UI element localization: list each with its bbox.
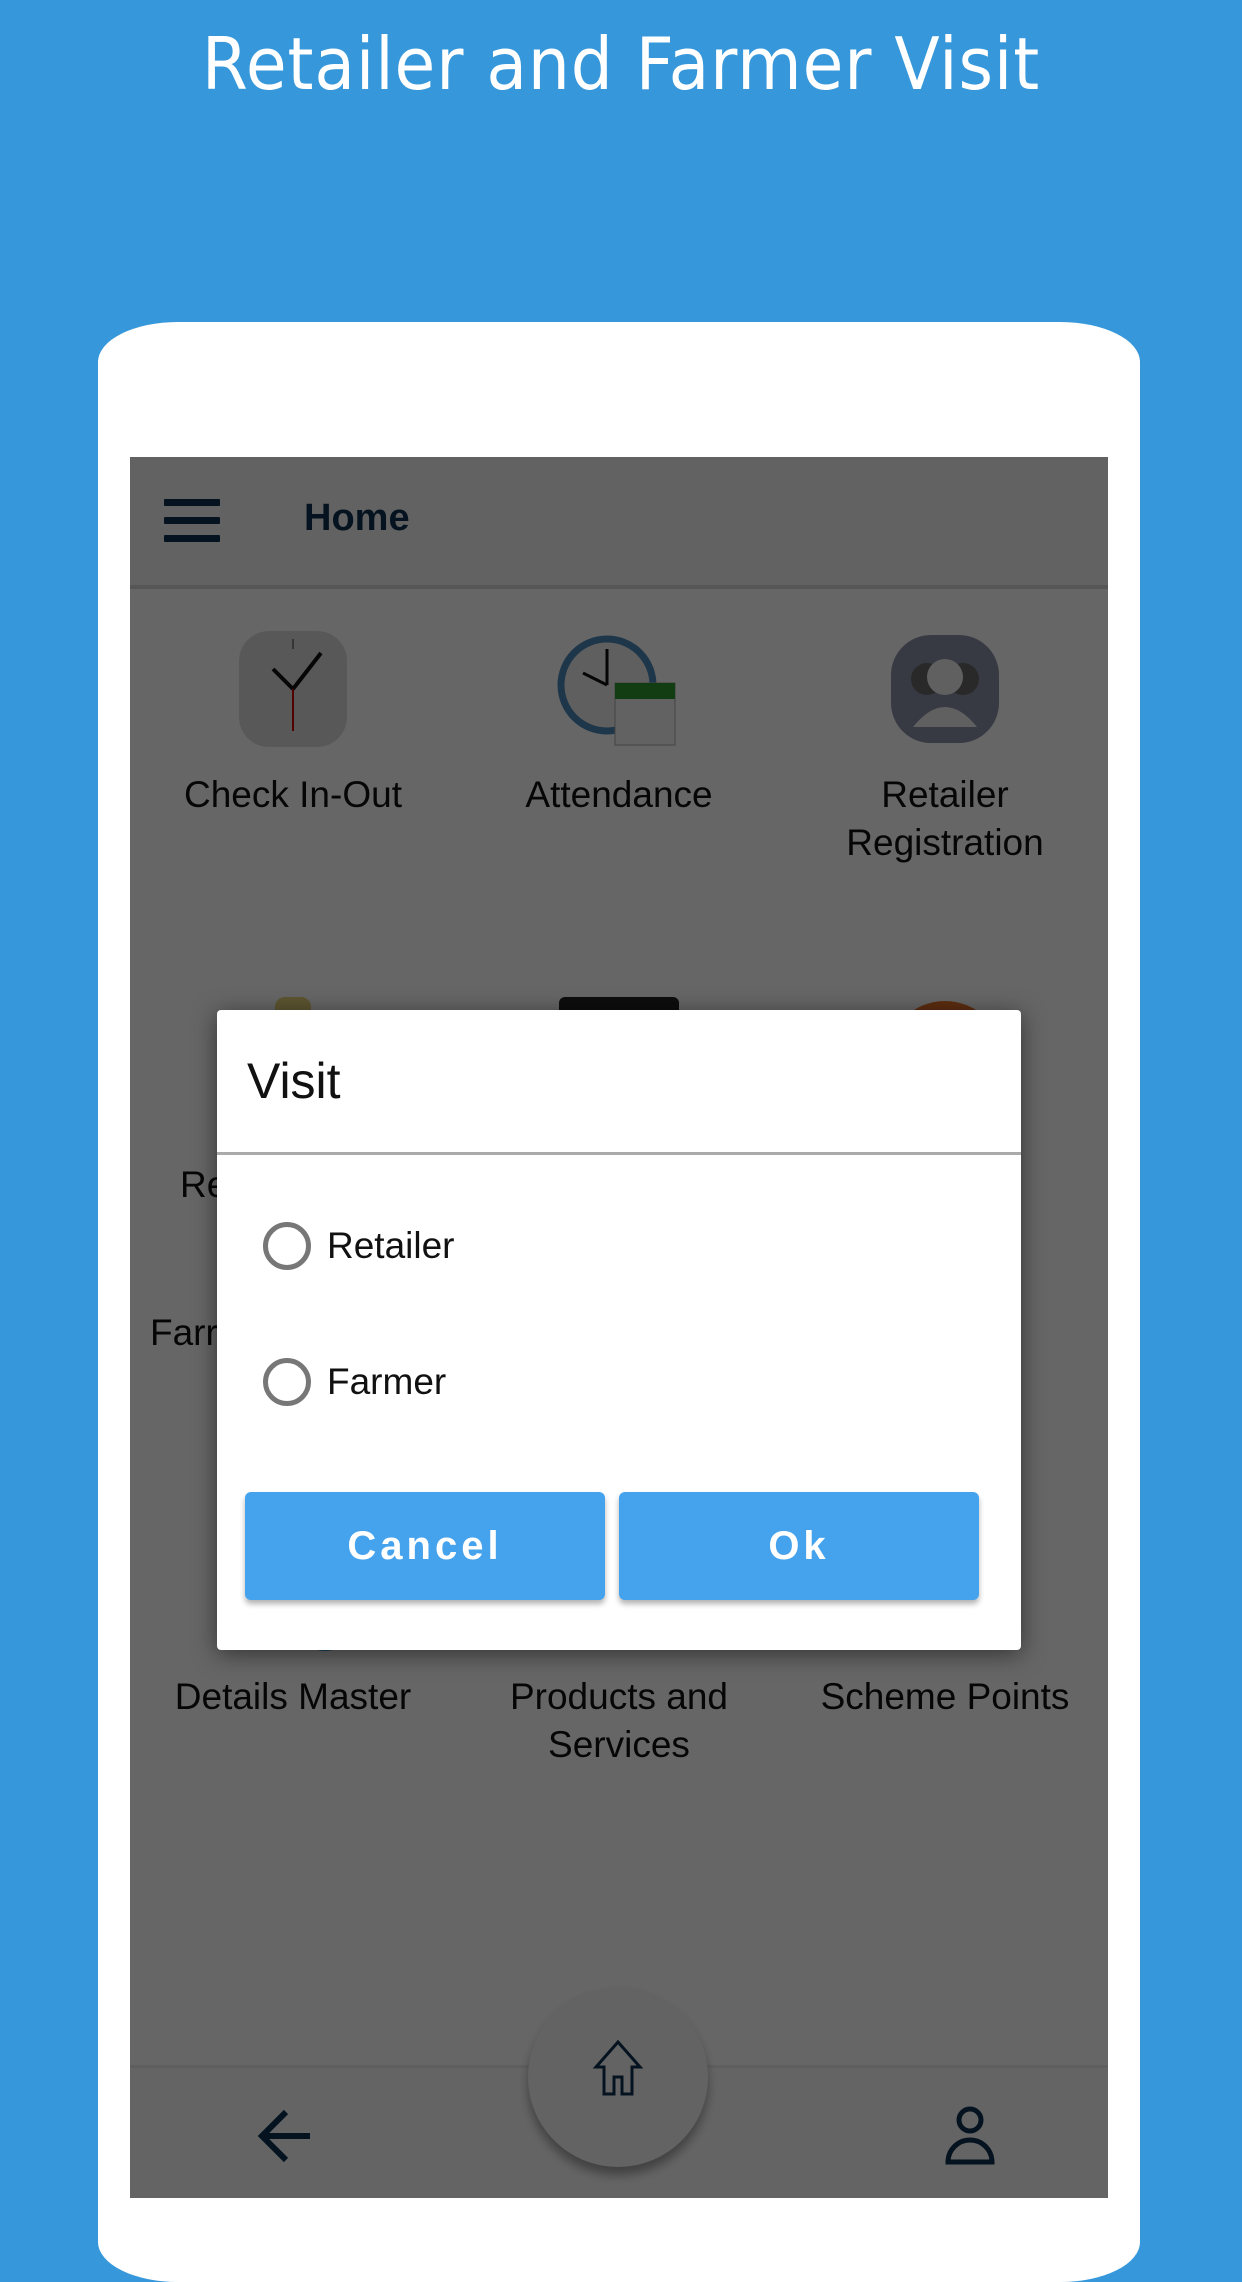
visit-dialog: Visit Retailer Farmer Cancel Ok	[217, 1010, 1021, 1650]
app-screen: Home Check In-Out Attendance Retailer Re…	[130, 457, 1108, 2198]
radio-farmer[interactable]: Farmer	[263, 1358, 446, 1406]
radio-button[interactable]	[263, 1222, 311, 1270]
cancel-button[interactable]: Cancel	[245, 1492, 605, 1600]
radio-label: Farmer	[327, 1361, 447, 1402]
ok-button[interactable]: Ok	[619, 1492, 979, 1600]
radio-button[interactable]	[263, 1358, 311, 1406]
dialog-divider	[217, 1152, 1021, 1155]
promo-title: Retailer and Farmer Visit	[201, 22, 1041, 106]
radio-label: Retailer	[327, 1225, 455, 1266]
dialog-title: Visit	[247, 1053, 341, 1109]
radio-retailer[interactable]: Retailer	[263, 1222, 455, 1270]
